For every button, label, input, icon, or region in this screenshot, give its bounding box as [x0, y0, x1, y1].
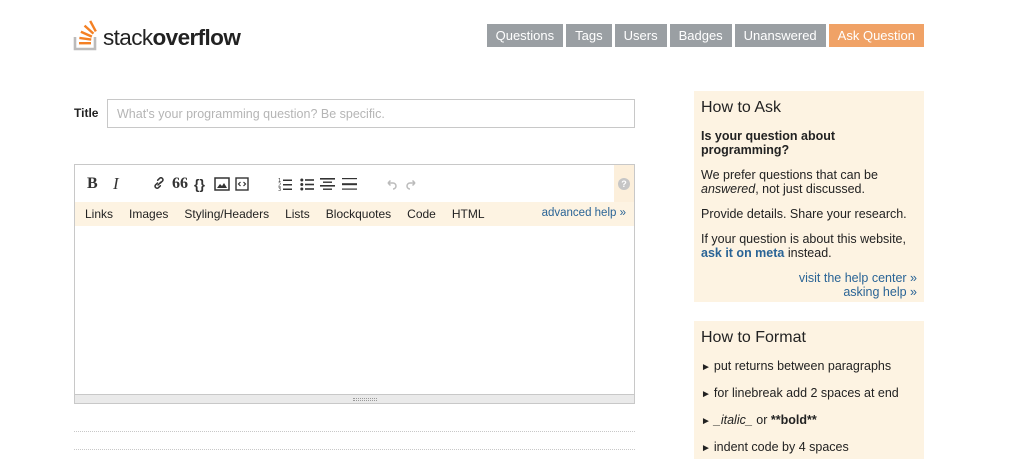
- ask-question-button[interactable]: Ask Question: [828, 24, 924, 47]
- how-to-ask-box: How to Ask Is your question about progra…: [694, 91, 924, 302]
- help-blockquotes[interactable]: Blockquotes: [326, 207, 391, 221]
- how-to-ask-p2: Provide details. Share your research.: [701, 207, 907, 221]
- italic-example: _italic_: [713, 413, 753, 427]
- question-editor: B I 66 {} 123 ? Links Images Styling/Hea…: [74, 164, 635, 404]
- arrow-right-icon: ►: [701, 362, 711, 373]
- title-input[interactable]: [107, 99, 635, 128]
- help-images[interactable]: Images: [129, 207, 168, 221]
- p1-text-end: , not just discussed.: [755, 182, 865, 196]
- link-icon[interactable]: [152, 176, 166, 192]
- snippet-icon[interactable]: [235, 176, 249, 192]
- horizontal-rule-icon[interactable]: [342, 176, 357, 192]
- code-icon[interactable]: {}: [194, 176, 205, 192]
- divider: [74, 431, 635, 432]
- how-to-format-heading: How to Format: [701, 329, 806, 346]
- how-to-ask-heading: How to Ask: [701, 99, 782, 116]
- p3-text: If your question is about this website,: [701, 232, 906, 246]
- divider: [74, 449, 635, 450]
- nav-unanswered[interactable]: Unanswered: [734, 24, 826, 47]
- how-to-ask-p1: We prefer questions that can be answered…: [701, 168, 917, 196]
- arrow-right-icon: ►: [701, 443, 711, 454]
- asking-help-link[interactable]: asking help »: [843, 285, 917, 299]
- help-code[interactable]: Code: [407, 207, 436, 221]
- format-tip-text: indent code by 4 spaces: [713, 440, 849, 454]
- p1-emphasis: answered: [701, 182, 756, 196]
- question-body-textarea[interactable]: [75, 226, 634, 394]
- bold-icon[interactable]: B: [87, 175, 98, 192]
- help-links[interactable]: Links: [85, 207, 113, 221]
- format-tip: ► _italic_ or **bold**: [701, 413, 917, 429]
- ordered-list-icon[interactable]: 123: [278, 176, 292, 192]
- arrow-right-icon: ►: [701, 389, 711, 400]
- nav-tags[interactable]: Tags: [566, 24, 612, 47]
- svg-text:3: 3: [278, 187, 281, 191]
- heading-icon[interactable]: [320, 176, 335, 192]
- nav-badges[interactable]: Badges: [669, 24, 732, 47]
- editor-resize-grip[interactable]: [74, 394, 635, 404]
- stackoverflow-logo[interactable]: stackoverflow: [73, 15, 241, 51]
- italic-icon[interactable]: I: [113, 174, 119, 193]
- editor-toolbar: B I 66 {} 123 ?: [75, 165, 634, 202]
- logo-text-bold: overflow: [152, 25, 241, 50]
- help-styling-headers[interactable]: Styling/Headers: [184, 207, 269, 221]
- blockquote-icon[interactable]: 66: [172, 175, 188, 192]
- format-tip: ► indent code by 4 spaces: [701, 440, 917, 456]
- nav-users[interactable]: Users: [614, 24, 667, 47]
- or-text: or: [752, 413, 771, 427]
- editor-help-button[interactable]: ?: [614, 165, 634, 202]
- logo-text-thin: stack: [103, 25, 153, 50]
- top-nav: Questions Tags Users Badges Unanswered A…: [486, 24, 924, 47]
- title-label: Title: [74, 106, 99, 120]
- how-to-format-box: How to Format ► put returns between parag…: [694, 321, 924, 459]
- help-lists[interactable]: Lists: [285, 207, 310, 221]
- how-to-ask-question: Is your question about programming?: [701, 129, 836, 157]
- help-links-group: visit the help center » asking help »: [701, 271, 917, 299]
- logo-wordmark: stackoverflow: [103, 25, 241, 51]
- format-tip: ► for linebreak add 2 spaces at end: [701, 386, 917, 402]
- stack-logo-icon: [73, 17, 101, 51]
- help-center-link[interactable]: visit the help center »: [799, 271, 917, 285]
- bold-example: **bold**: [770, 413, 817, 427]
- p1-text: We prefer questions that can be: [701, 168, 878, 182]
- how-to-ask-p3: If your question is about this website, …: [701, 232, 917, 260]
- bulleted-list-icon[interactable]: [300, 176, 314, 192]
- format-tip-text: put returns between paragraphs: [713, 359, 892, 373]
- image-icon[interactable]: [214, 176, 230, 192]
- arrow-right-icon: ►: [701, 416, 711, 427]
- p3-text-end: instead.: [784, 246, 832, 260]
- redo-icon[interactable]: [406, 176, 418, 192]
- help-html[interactable]: HTML: [452, 207, 485, 221]
- help-icon: ?: [618, 178, 630, 190]
- format-tip-text: for linebreak add 2 spaces at end: [713, 386, 899, 400]
- advanced-help-link[interactable]: advanced help »: [542, 207, 626, 219]
- undo-icon[interactable]: [385, 176, 397, 192]
- ask-on-meta-link[interactable]: ask it on meta: [701, 246, 784, 260]
- format-tip: ► put returns between paragraphs: [701, 359, 917, 375]
- nav-questions[interactable]: Questions: [486, 24, 564, 47]
- editor-help-bar: Links Images Styling/Headers Lists Block…: [75, 202, 634, 226]
